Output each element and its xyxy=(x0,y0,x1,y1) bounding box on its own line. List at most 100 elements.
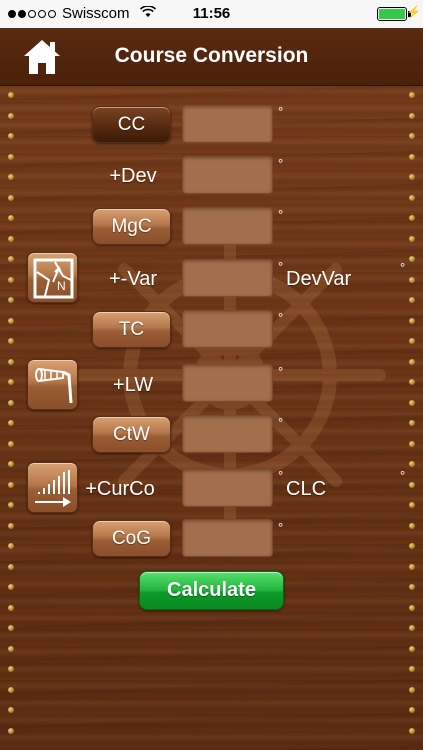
lw-degree: ° xyxy=(278,364,284,379)
rivet xyxy=(8,174,14,180)
rivet xyxy=(8,707,14,713)
rivet xyxy=(409,502,415,508)
rivet xyxy=(8,604,14,611)
ctw-input[interactable] xyxy=(182,415,273,453)
rivet xyxy=(8,666,14,672)
lw-input[interactable] xyxy=(182,364,273,402)
dev-input[interactable] xyxy=(182,156,273,194)
mgc-input[interactable] xyxy=(182,207,273,245)
rivet xyxy=(409,256,415,262)
rivet xyxy=(8,543,14,549)
curco-label: +CurCo xyxy=(85,478,155,500)
rivet xyxy=(409,543,415,549)
devvar-degree: ° xyxy=(400,260,406,275)
rivet-strip-left xyxy=(8,92,16,748)
rivet xyxy=(409,317,415,324)
rivet xyxy=(409,481,415,488)
curco-input[interactable] xyxy=(182,469,273,507)
rivet xyxy=(8,461,14,467)
tc-button[interactable]: TC xyxy=(92,311,171,348)
rivet xyxy=(409,399,415,406)
status-bar: Swisscom 11:56 ⚡ xyxy=(0,0,423,28)
rivet xyxy=(409,174,415,180)
rivet xyxy=(8,645,14,652)
rivet xyxy=(409,666,415,672)
cog-input[interactable] xyxy=(182,519,273,557)
rivet xyxy=(8,440,14,447)
dev-degree: ° xyxy=(278,156,284,171)
cc-degree: ° xyxy=(278,104,284,119)
cog-button[interactable]: CoG xyxy=(92,520,171,557)
rivet xyxy=(8,379,14,385)
cc-button[interactable]: CC xyxy=(92,106,171,143)
devvar-label: DevVar xyxy=(286,268,352,290)
lw-label: +LW xyxy=(112,374,154,396)
rivet xyxy=(409,112,415,119)
rivet xyxy=(409,153,415,160)
clc-label: CLC xyxy=(286,478,327,500)
windsock-icon xyxy=(35,368,73,404)
ctw-button[interactable]: CtW xyxy=(92,416,171,453)
mgc-button[interactable]: MgC xyxy=(92,208,171,245)
cog-degree: ° xyxy=(278,520,284,535)
calculate-button[interactable]: Calculate xyxy=(139,571,284,610)
rivet xyxy=(8,297,14,303)
rivet xyxy=(409,604,415,611)
tc-degree: ° xyxy=(278,310,284,325)
status-time: 11:56 xyxy=(192,5,231,22)
var-label: +-Var xyxy=(109,268,157,290)
rivet xyxy=(8,256,14,262)
rivet xyxy=(8,502,14,508)
rivet xyxy=(8,399,14,406)
rivet xyxy=(8,727,14,734)
rivet xyxy=(8,686,14,693)
current-button[interactable] xyxy=(27,462,78,513)
charging-icon: ⚡ xyxy=(406,5,421,19)
rivet xyxy=(409,92,415,98)
rivet xyxy=(409,235,415,242)
leeway-button[interactable] xyxy=(27,359,78,410)
rivet xyxy=(8,92,14,98)
rivet xyxy=(409,584,415,590)
rivet xyxy=(409,645,415,652)
rivet xyxy=(409,133,415,139)
rivet xyxy=(409,440,415,447)
nav-bar: Course Conversion xyxy=(0,28,423,86)
var-input[interactable] xyxy=(182,259,273,297)
rivet xyxy=(409,686,415,693)
rivet xyxy=(409,563,415,570)
rivet xyxy=(409,625,415,631)
rivet xyxy=(8,317,14,324)
rivet xyxy=(409,461,415,467)
tc-input[interactable] xyxy=(182,310,273,348)
rivet-strip-right xyxy=(409,92,417,748)
rivet xyxy=(8,194,14,201)
rivet xyxy=(409,379,415,385)
rivet xyxy=(8,584,14,590)
clc-degree: ° xyxy=(400,468,406,483)
mgc-degree: ° xyxy=(278,207,284,222)
cc-input[interactable] xyxy=(182,105,273,143)
rivet xyxy=(8,276,14,283)
dev-label: +Dev xyxy=(109,165,157,187)
rivet xyxy=(409,215,415,221)
rivet xyxy=(409,420,415,426)
ctw-degree: ° xyxy=(278,415,284,430)
rivet xyxy=(409,194,415,201)
battery-icon xyxy=(377,7,407,21)
svg-text:N: N xyxy=(57,279,66,293)
rivet xyxy=(409,522,415,529)
curco-degree: ° xyxy=(278,468,284,483)
rivet xyxy=(8,235,14,242)
rivet xyxy=(409,727,415,734)
rivet xyxy=(8,112,14,119)
map-icon: N xyxy=(33,258,74,299)
rivet xyxy=(8,358,14,365)
rivet xyxy=(8,420,14,426)
rivet xyxy=(8,481,14,488)
rivet xyxy=(8,522,14,529)
rivet xyxy=(8,133,14,139)
rivet xyxy=(8,215,14,221)
variation-map-button[interactable]: N xyxy=(27,252,78,303)
rivet xyxy=(8,153,14,160)
